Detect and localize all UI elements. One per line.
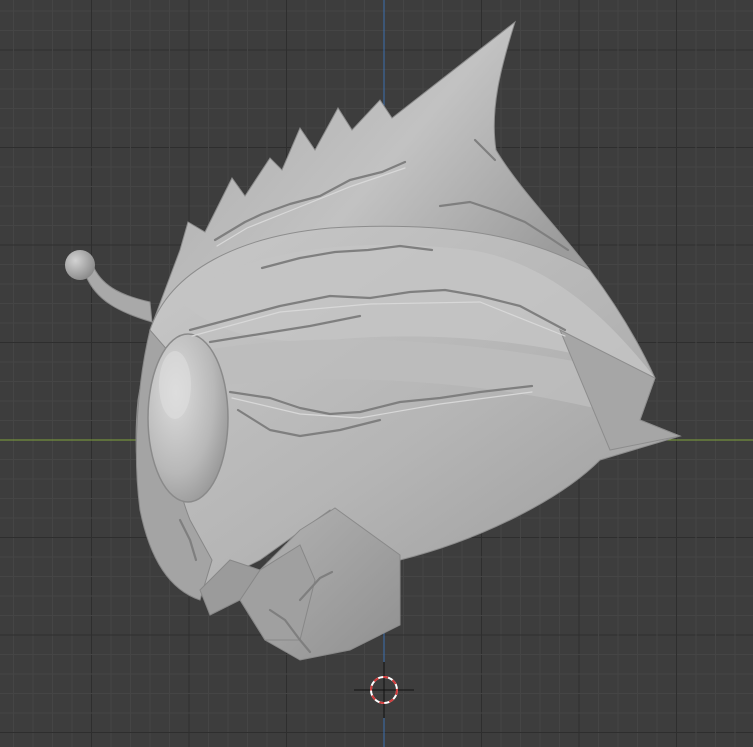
antenna-ball bbox=[65, 250, 95, 280]
compound-eye bbox=[147, 333, 229, 503]
3d-viewport[interactable] bbox=[0, 0, 753, 747]
viewport-canvas[interactable] bbox=[0, 0, 753, 747]
eye-highlight bbox=[159, 351, 191, 419]
